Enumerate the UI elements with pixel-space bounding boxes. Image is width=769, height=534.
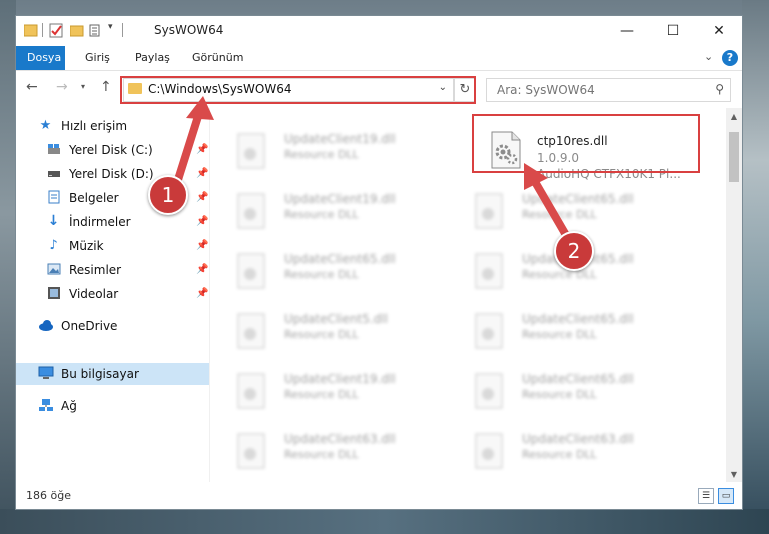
callout-badge-2: 2	[554, 231, 594, 271]
arrow-to-file	[524, 163, 574, 246]
arrow-to-address	[172, 96, 214, 190]
callout-arrows	[172, 96, 574, 246]
callout-badge-1: 1	[148, 175, 188, 215]
